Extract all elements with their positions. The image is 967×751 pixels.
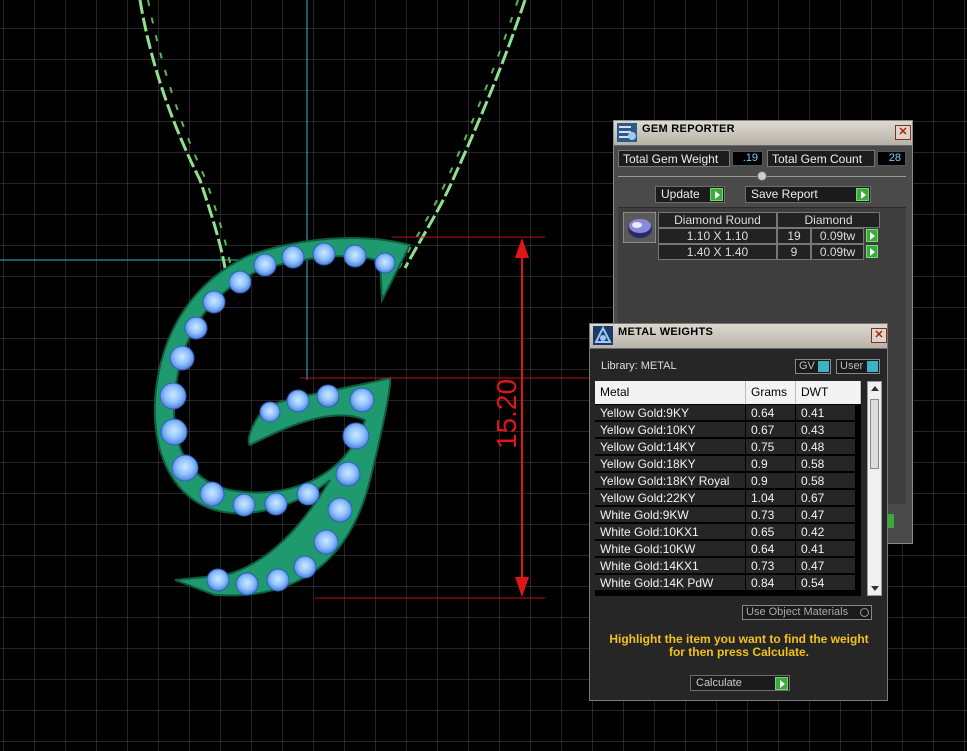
total-gem-weight-label: Total Gem Weight: [618, 150, 730, 167]
metal-cell-metal[interactable]: Yellow Gold:18KY Royal: [595, 473, 746, 489]
splitter-handle[interactable]: [757, 171, 767, 181]
metal-cell-metal[interactable]: White Gold:10KW: [595, 541, 746, 557]
gem-row-weight[interactable]: 0.09tw: [811, 244, 864, 260]
metal-cell-grams[interactable]: 0.9: [746, 456, 796, 472]
metal-cell-dwt[interactable]: 0.58: [796, 456, 856, 472]
gem-reporter-close-button[interactable]: ✕: [895, 125, 911, 140]
metal-cell-grams[interactable]: 0.65: [746, 524, 796, 540]
table-row[interactable]: Yellow Gold:18KY Royal 0.9 0.58: [595, 473, 861, 489]
use-object-materials-radio-icon: [860, 608, 869, 617]
gem-row-count[interactable]: 19: [777, 228, 811, 244]
total-gem-count-label: Total Gem Count: [767, 150, 875, 167]
metal-cell-dwt[interactable]: 0.47: [796, 507, 856, 523]
metal-weights-title: METAL WEIGHTS: [618, 326, 714, 338]
metal-cell-dwt[interactable]: 0.41: [796, 541, 856, 557]
scroll-down-icon[interactable]: [871, 586, 879, 591]
metal-cell-metal[interactable]: White Gold:10KX1: [595, 524, 746, 540]
metal-cell-dwt[interactable]: 0.43: [796, 422, 856, 438]
table-row[interactable]: White Gold:10KW 0.64 0.41: [595, 541, 861, 557]
metal-cell-metal[interactable]: White Gold:14K PdW: [595, 575, 746, 591]
column-header-grams[interactable]: Grams: [746, 381, 796, 404]
user-toggle-icon: [867, 361, 878, 372]
metal-cell-grams[interactable]: 0.64: [746, 405, 796, 421]
table-row[interactable]: Yellow Gold:18KY 0.9 0.58: [595, 456, 861, 472]
diamond-round-icon: [623, 212, 656, 243]
total-gem-weight-value: .19: [732, 151, 763, 166]
gv-toggle-icon: [818, 361, 829, 372]
column-header-metal[interactable]: Metal: [595, 381, 746, 404]
update-label: Update: [661, 187, 700, 201]
gem-row-select-arrow-icon[interactable]: [866, 245, 878, 258]
gem-reporter-title: GEM REPORTER: [642, 123, 735, 135]
scroll-thumb[interactable]: [870, 399, 879, 469]
save-report-label: Save Report: [751, 187, 818, 201]
metal-weights-table[interactable]: Metal Grams DWT Yellow Gold:9KY 0.64 0.41 Y…: [595, 381, 861, 596]
gem-shape-header: Diamond Round: [658, 212, 777, 228]
use-object-materials-checkbox[interactable]: Use Object Materials: [742, 605, 872, 620]
gem-row-count[interactable]: 9: [777, 244, 811, 260]
metal-cell-grams[interactable]: 0.9: [746, 473, 796, 489]
metal-cell-dwt[interactable]: 0.67: [796, 490, 856, 506]
calculate-button[interactable]: Calculate: [690, 675, 790, 691]
metal-cell-grams[interactable]: 0.84: [746, 575, 796, 591]
table-row[interactable]: White Gold:9KW 0.73 0.47: [595, 507, 861, 523]
metal-cell-grams[interactable]: 0.67: [746, 422, 796, 438]
instruction-text: Highlight the item you want to find the …: [609, 632, 869, 659]
column-header-dwt[interactable]: DWT: [796, 381, 861, 404]
metal-cell-grams[interactable]: 1.04: [746, 490, 796, 506]
metal-cell-grams[interactable]: 0.73: [746, 558, 796, 574]
metal-cell-metal[interactable]: White Gold:14KX1: [595, 558, 746, 574]
table-row[interactable]: Yellow Gold:22KY 1.04 0.67: [595, 490, 861, 506]
save-report-arrow-icon: [856, 188, 869, 201]
gem-reporter-titlebar[interactable]: GEM REPORTER ✕: [614, 121, 912, 146]
save-report-button[interactable]: Save Report: [745, 186, 871, 203]
metal-cell-dwt[interactable]: 0.42: [796, 524, 856, 540]
user-label: User: [840, 360, 864, 372]
metal-cell-grams[interactable]: 0.73: [746, 507, 796, 523]
metal-cell-metal[interactable]: Yellow Gold:22KY: [595, 490, 746, 506]
update-button[interactable]: Update: [655, 186, 725, 203]
calculate-label: Calculate: [696, 677, 742, 689]
metal-cell-metal[interactable]: Yellow Gold:18KY: [595, 456, 746, 472]
metal-cell-grams[interactable]: 0.64: [746, 541, 796, 557]
metal-cell-metal[interactable]: White Gold:9KW: [595, 507, 746, 523]
update-arrow-icon: [710, 188, 723, 201]
gem-row-size[interactable]: 1.40 X 1.40: [658, 244, 777, 260]
metal-cell-dwt[interactable]: 0.58: [796, 473, 856, 489]
gem-row-select-arrow-icon[interactable]: [866, 229, 878, 242]
table-row[interactable]: White Gold:14K PdW 0.84 0.54: [595, 575, 861, 591]
gv-label: GV: [799, 360, 815, 372]
total-gem-count-value: 28: [877, 151, 906, 166]
gem-row-size[interactable]: 1.10 X 1.10: [658, 228, 777, 244]
user-toggle[interactable]: User: [836, 359, 880, 374]
gv-toggle[interactable]: GV: [795, 359, 831, 374]
table-row[interactable]: White Gold:14KX1 0.73 0.47: [595, 558, 861, 574]
metal-cell-metal[interactable]: Yellow Gold:14KY: [595, 439, 746, 455]
table-row[interactable]: Yellow Gold:10KY 0.67 0.43: [595, 422, 861, 438]
metal-table-scrollbar[interactable]: [867, 381, 882, 596]
table-row[interactable]: Yellow Gold:9KY 0.64 0.41: [595, 405, 861, 421]
metal-cell-grams[interactable]: 0.75: [746, 439, 796, 455]
scroll-up-icon[interactable]: [871, 386, 879, 391]
use-object-materials-label: Use Object Materials: [746, 606, 849, 618]
metal-cell-dwt[interactable]: 0.48: [796, 439, 856, 455]
metal-cell-metal[interactable]: Yellow Gold:9KY: [595, 405, 746, 421]
gem-reporter-icon: [617, 123, 637, 142]
table-row[interactable]: Yellow Gold:14KY 0.75 0.48: [595, 439, 861, 455]
metal-weights-icon: [593, 326, 613, 345]
metal-cell-metal[interactable]: Yellow Gold:10KY: [595, 422, 746, 438]
table-row[interactable]: White Gold:10KX1 0.65 0.42: [595, 524, 861, 540]
calculate-arrow-icon: [775, 677, 788, 690]
dimension-value: 15.20: [491, 379, 522, 449]
metal-cell-dwt[interactable]: 0.41: [796, 405, 856, 421]
gem-row-weight[interactable]: 0.09tw: [811, 228, 864, 244]
metal-cell-dwt[interactable]: 0.47: [796, 558, 856, 574]
metal-cell-dwt[interactable]: 0.54: [796, 575, 856, 591]
metal-weights-titlebar[interactable]: METAL WEIGHTS ✕: [590, 324, 887, 349]
metal-weights-close-button[interactable]: ✕: [871, 328, 887, 343]
library-label: Library: METAL: [601, 360, 677, 372]
gem-material-header: Diamond: [777, 212, 880, 228]
